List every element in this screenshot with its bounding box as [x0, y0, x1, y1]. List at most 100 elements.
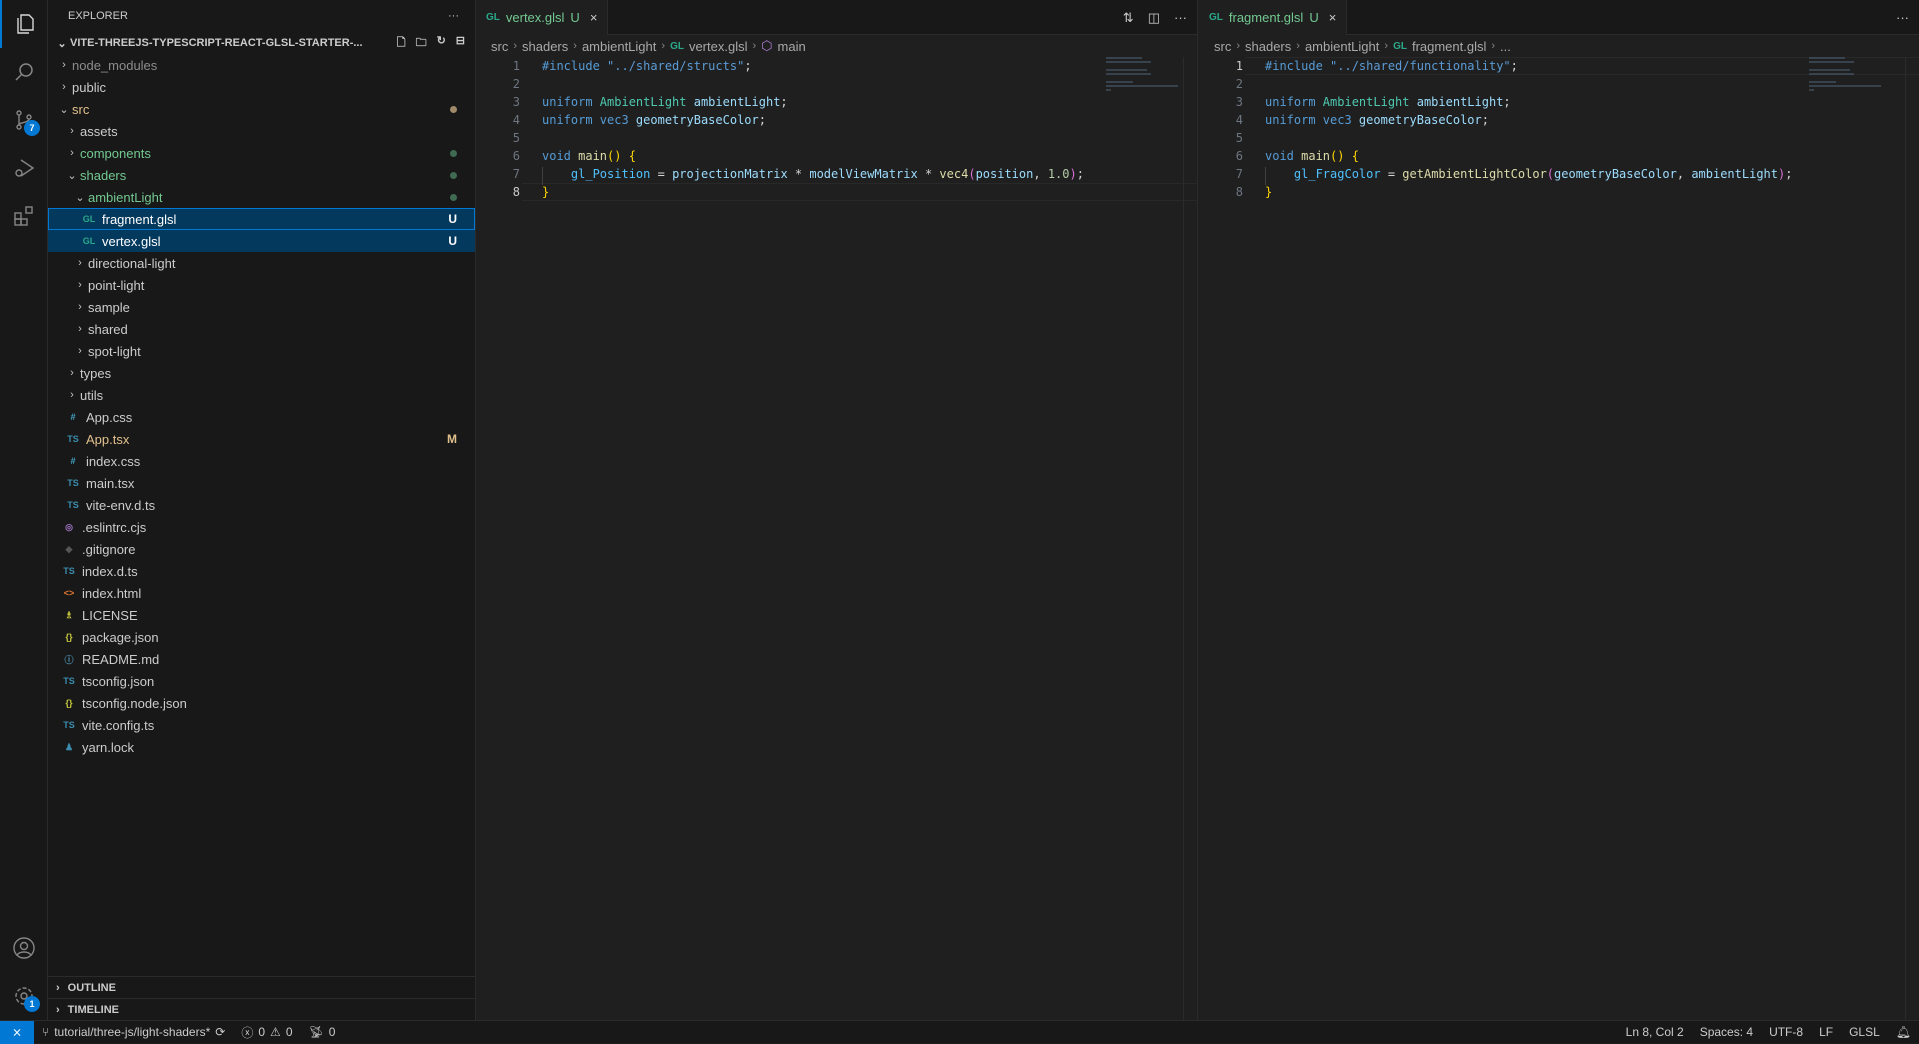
code-token: gl_FragColor: [1293, 167, 1381, 181]
folder-item[interactable]: ⌄ shaders: [48, 164, 475, 186]
minimap-line: [1106, 81, 1133, 83]
line-number: 6: [512, 149, 520, 163]
breadcrumb-item[interactable]: shaders: [1245, 39, 1291, 54]
folder-item[interactable]: › directional-light: [48, 252, 475, 274]
new-file-icon[interactable]: 🗋: [397, 34, 406, 53]
close-icon[interactable]: ×: [590, 10, 598, 25]
file-item[interactable]: <> index.html: [48, 582, 475, 604]
code-token: ambientLight: [1416, 95, 1504, 109]
account-icon[interactable]: [0, 924, 48, 972]
search-icon[interactable]: [0, 48, 48, 96]
notifications-icon[interactable]: 🔔︎: [1888, 1025, 1919, 1039]
file-item[interactable]: {} package.json: [48, 626, 475, 648]
file-item[interactable]: TS vite.config.ts: [48, 714, 475, 736]
more-actions-icon[interactable]: ···: [1896, 10, 1909, 25]
breadcrumb-item[interactable]: fragment.glsl: [1412, 39, 1486, 54]
git-status-badge: M: [447, 432, 457, 446]
source-control-icon[interactable]: 7: [0, 96, 48, 144]
indentation[interactable]: Spaces: 4: [1692, 1025, 1761, 1039]
folder-item[interactable]: › components: [48, 142, 475, 164]
folder-item[interactable]: › node_modules: [48, 54, 475, 76]
collapse-all-icon[interactable]: ⊟: [456, 34, 465, 53]
code-editor[interactable]: 1 #include "../shared/structs"; 2 3 uniform …: [476, 57, 1197, 201]
line-number: 8: [1235, 185, 1243, 199]
file-item[interactable]: TS tsconfig.json: [48, 670, 475, 692]
vertical-scrollbar[interactable]: [1183, 57, 1197, 1020]
cursor-position[interactable]: Ln 8, Col 2: [1618, 1025, 1692, 1039]
folder-item[interactable]: ⌄ ambientLight: [48, 186, 475, 208]
chevron-right-icon: ›: [78, 257, 82, 269]
more-actions-icon[interactable]: ···: [448, 10, 459, 22]
close-icon[interactable]: ×: [1329, 10, 1337, 25]
item-label: directional-light: [88, 255, 176, 271]
file-item[interactable]: GL vertex.glsl U: [48, 230, 475, 252]
branch-indicator[interactable]: ⑂ tutorial/three-js/light-shaders* ⟳: [34, 1025, 233, 1039]
file-item[interactable]: ⓘ README.md: [48, 648, 475, 670]
file-item[interactable]: ♟ yarn.lock: [48, 736, 475, 758]
file-item[interactable]: TS App.tsx M: [48, 428, 475, 450]
ports-indicator[interactable]: 📡︎ 0: [301, 1025, 344, 1039]
gear-icon[interactable]: 1: [0, 972, 48, 1020]
file-item[interactable]: # App.css: [48, 406, 475, 428]
breadcrumb-item[interactable]: ...: [1500, 39, 1511, 54]
more-actions-icon[interactable]: ···: [1174, 10, 1187, 25]
project-folder-header[interactable]: ⌄ VITE-THREEJS-TYPESCRIPT-REACT-GLSL-STA…: [48, 32, 475, 54]
file-item[interactable]: TS vite-env.d.ts: [48, 494, 475, 516]
breadcrumb-item[interactable]: src: [491, 39, 508, 54]
code-token: "../shared/structs": [607, 59, 745, 73]
refresh-icon[interactable]: ↻: [437, 34, 446, 53]
folder-item[interactable]: › public: [48, 76, 475, 98]
code-line: 7 gl_FragColor = getAmbientLightColor(ge…: [1199, 165, 1919, 185]
minimap[interactable]: [1809, 57, 1899, 97]
folder-item[interactable]: › spot-light: [48, 340, 475, 362]
tab-vertex-glsl[interactable]: GL vertex.glsl U ×: [476, 0, 609, 35]
line-content: #include "../shared/functionality";: [1243, 59, 1518, 73]
file-item[interactable]: TS index.d.ts: [48, 560, 475, 582]
file-item[interactable]: # index.css: [48, 450, 475, 472]
code-token: position: [975, 167, 1034, 181]
explorer-icon[interactable]: [0, 0, 48, 48]
folder-item[interactable]: ⌄ src: [48, 98, 475, 120]
breadcrumb-item[interactable]: main: [778, 39, 806, 54]
split-editor-icon[interactable]: ◫: [1148, 10, 1160, 26]
sync-icon[interactable]: ⟳: [215, 1025, 225, 1039]
tab-status: U: [1309, 10, 1319, 25]
breadcrumb-item[interactable]: shaders: [522, 39, 568, 54]
vertical-scrollbar[interactable]: [1905, 57, 1919, 1020]
folder-item[interactable]: › shared: [48, 318, 475, 340]
extensions-icon[interactable]: [0, 192, 48, 240]
timeline-label: TIMELINE: [67, 1003, 120, 1016]
breadcrumb-item[interactable]: ambientLight: [582, 39, 656, 54]
breadcrumb-item[interactable]: src: [1214, 39, 1231, 54]
debug-icon[interactable]: [0, 144, 48, 192]
file-item[interactable]: ◆ .gitignore: [48, 538, 475, 560]
file-item[interactable]: {} tsconfig.node.json: [48, 692, 475, 714]
new-folder-icon[interactable]: 🗀: [416, 34, 427, 53]
timeline-section[interactable]: › TIMELINE: [48, 998, 476, 1020]
file-item[interactable]: GL fragment.glsl U: [48, 208, 475, 230]
file-item[interactable]: ◎ .eslintrc.cjs: [48, 516, 475, 538]
folder-item[interactable]: › assets: [48, 120, 475, 142]
git-status-dot: [450, 105, 457, 113]
branch-name: tutorial/three-js/light-shaders*: [54, 1025, 211, 1039]
code-token: #include: [542, 59, 608, 73]
encoding[interactable]: UTF-8: [1761, 1025, 1811, 1039]
folder-item[interactable]: › point-light: [48, 274, 475, 296]
breadcrumb-item[interactable]: vertex.glsl: [689, 39, 748, 54]
folder-item[interactable]: › utils: [48, 384, 475, 406]
file-item[interactable]: ♗ LICENSE: [48, 604, 475, 626]
folder-item[interactable]: › sample: [48, 296, 475, 318]
breadcrumb-item[interactable]: ambientLight: [1305, 39, 1379, 54]
folder-item[interactable]: › types: [48, 362, 475, 384]
file-type-icon: GL: [82, 236, 96, 246]
file-item[interactable]: TS main.tsx: [48, 472, 475, 494]
outline-section[interactable]: › OUTLINE: [48, 976, 476, 998]
code-token: ambientLight: [1691, 167, 1779, 181]
tab-fragment-glsl[interactable]: GL fragment.glsl U ×: [1199, 0, 1348, 35]
open-changes-icon[interactable]: ⇅: [1123, 10, 1134, 26]
end-of-line[interactable]: LF: [1811, 1025, 1841, 1039]
remote-indicator-icon[interactable]: ⨯: [0, 1020, 34, 1044]
language-mode[interactable]: GLSL: [1841, 1025, 1888, 1039]
item-label: index.css: [86, 453, 141, 469]
problems-indicator[interactable]: ⓧ 0 ⚠ 0: [233, 1024, 300, 1041]
